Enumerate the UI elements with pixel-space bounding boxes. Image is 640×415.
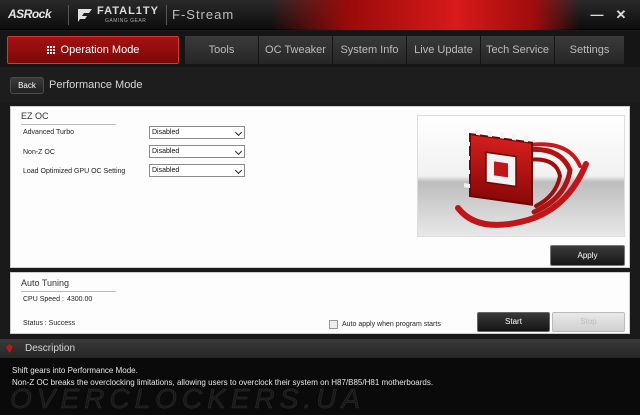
performance-illustration xyxy=(417,115,625,237)
fatality-brand: FATAL1TY xyxy=(97,5,159,17)
description-header: Description xyxy=(0,339,640,358)
cpu-speed-value: 4300.00 xyxy=(67,296,93,303)
title-divider xyxy=(68,5,69,25)
chevron-down-icon xyxy=(234,166,243,175)
non-z-oc-value: Disabled xyxy=(152,148,180,155)
tab-settings[interactable]: Settings xyxy=(554,36,624,64)
auto-tuning-panel: Auto Tuning CPU Speed : 4300.00 Status :… xyxy=(10,272,630,334)
ez-oc-panel: EZ OC Advanced Turbo Disabled Non-Z OC D… xyxy=(10,106,630,268)
non-z-oc-label: Non-Z OC xyxy=(23,149,55,156)
auto-apply-label: Auto apply when program starts xyxy=(342,321,441,328)
gpu-oc-label: Load Optimized GPU OC Setting xyxy=(23,168,126,175)
title-bar-glow xyxy=(270,0,580,30)
watermark: OVERCLOCKERS.UA xyxy=(10,383,366,415)
cpu-speed-icon xyxy=(455,128,589,228)
advanced-turbo-select[interactable]: Disabled xyxy=(149,126,245,139)
fatality-logo-icon xyxy=(78,9,92,22)
tab-oc-tweaker[interactable]: OC Tweaker xyxy=(258,36,332,64)
apply-button[interactable]: Apply xyxy=(550,245,625,266)
page-header: Back Performance Mode xyxy=(0,67,640,103)
tab-tools[interactable]: Tools xyxy=(184,36,258,64)
auto-tuning-title: Auto Tuning xyxy=(21,278,70,288)
stop-button[interactable]: Stop xyxy=(552,312,625,332)
tab-live-update[interactable]: Live Update xyxy=(406,36,480,64)
tab-operation-mode-label: Operation Mode xyxy=(60,44,140,56)
page-title: Performance Mode xyxy=(49,79,143,91)
app-title: F-Stream xyxy=(172,7,235,22)
gpu-oc-value: Disabled xyxy=(152,167,180,174)
minimize-button[interactable]: — xyxy=(588,6,606,24)
close-button[interactable]: ✕ xyxy=(612,6,630,24)
tab-system-info[interactable]: System Info xyxy=(332,36,406,64)
title-bar: ASRock FATAL1TY GAMING GEAR F-Stream — ✕ xyxy=(0,0,640,30)
non-z-oc-select[interactable]: Disabled xyxy=(149,145,245,158)
tab-operation-mode[interactable]: Operation Mode xyxy=(7,36,179,64)
chevron-down-icon xyxy=(234,128,243,137)
gpu-oc-select[interactable]: Disabled xyxy=(149,164,245,177)
description-icon xyxy=(6,344,13,353)
ez-oc-title: EZ OC xyxy=(21,111,49,121)
cpu-speed-label: CPU Speed : xyxy=(23,296,64,303)
description-line: Non-Z OC breaks the overclocking limitat… xyxy=(12,378,434,387)
start-button[interactable]: Start xyxy=(477,312,550,332)
advanced-turbo-value: Disabled xyxy=(152,129,180,136)
main-nav: Operation Mode Tools OC Tweaker System I… xyxy=(0,31,640,67)
description-body: OVERCLOCKERS.UA Shift gears into Perform… xyxy=(0,358,640,415)
description-line: Shift gears into Performance Mode. xyxy=(12,366,138,375)
auto-apply-checkbox[interactable] xyxy=(329,320,338,329)
back-button[interactable]: Back xyxy=(10,77,44,94)
title-divider xyxy=(166,5,167,25)
section-divider xyxy=(21,124,116,125)
description-title: Description xyxy=(25,343,76,354)
grid-icon xyxy=(46,46,55,54)
asrock-logo: ASRock xyxy=(8,7,52,21)
status-text: Status : Success xyxy=(23,320,76,327)
fatality-subtitle: GAMING GEAR xyxy=(105,18,147,24)
tab-strip: Tools OC Tweaker System Info Live Update… xyxy=(184,36,624,64)
tab-tech-service[interactable]: Tech Service xyxy=(480,36,554,64)
chevron-down-icon xyxy=(234,147,243,156)
section-divider xyxy=(21,291,116,292)
advanced-turbo-label: Advanced Turbo xyxy=(23,129,74,136)
